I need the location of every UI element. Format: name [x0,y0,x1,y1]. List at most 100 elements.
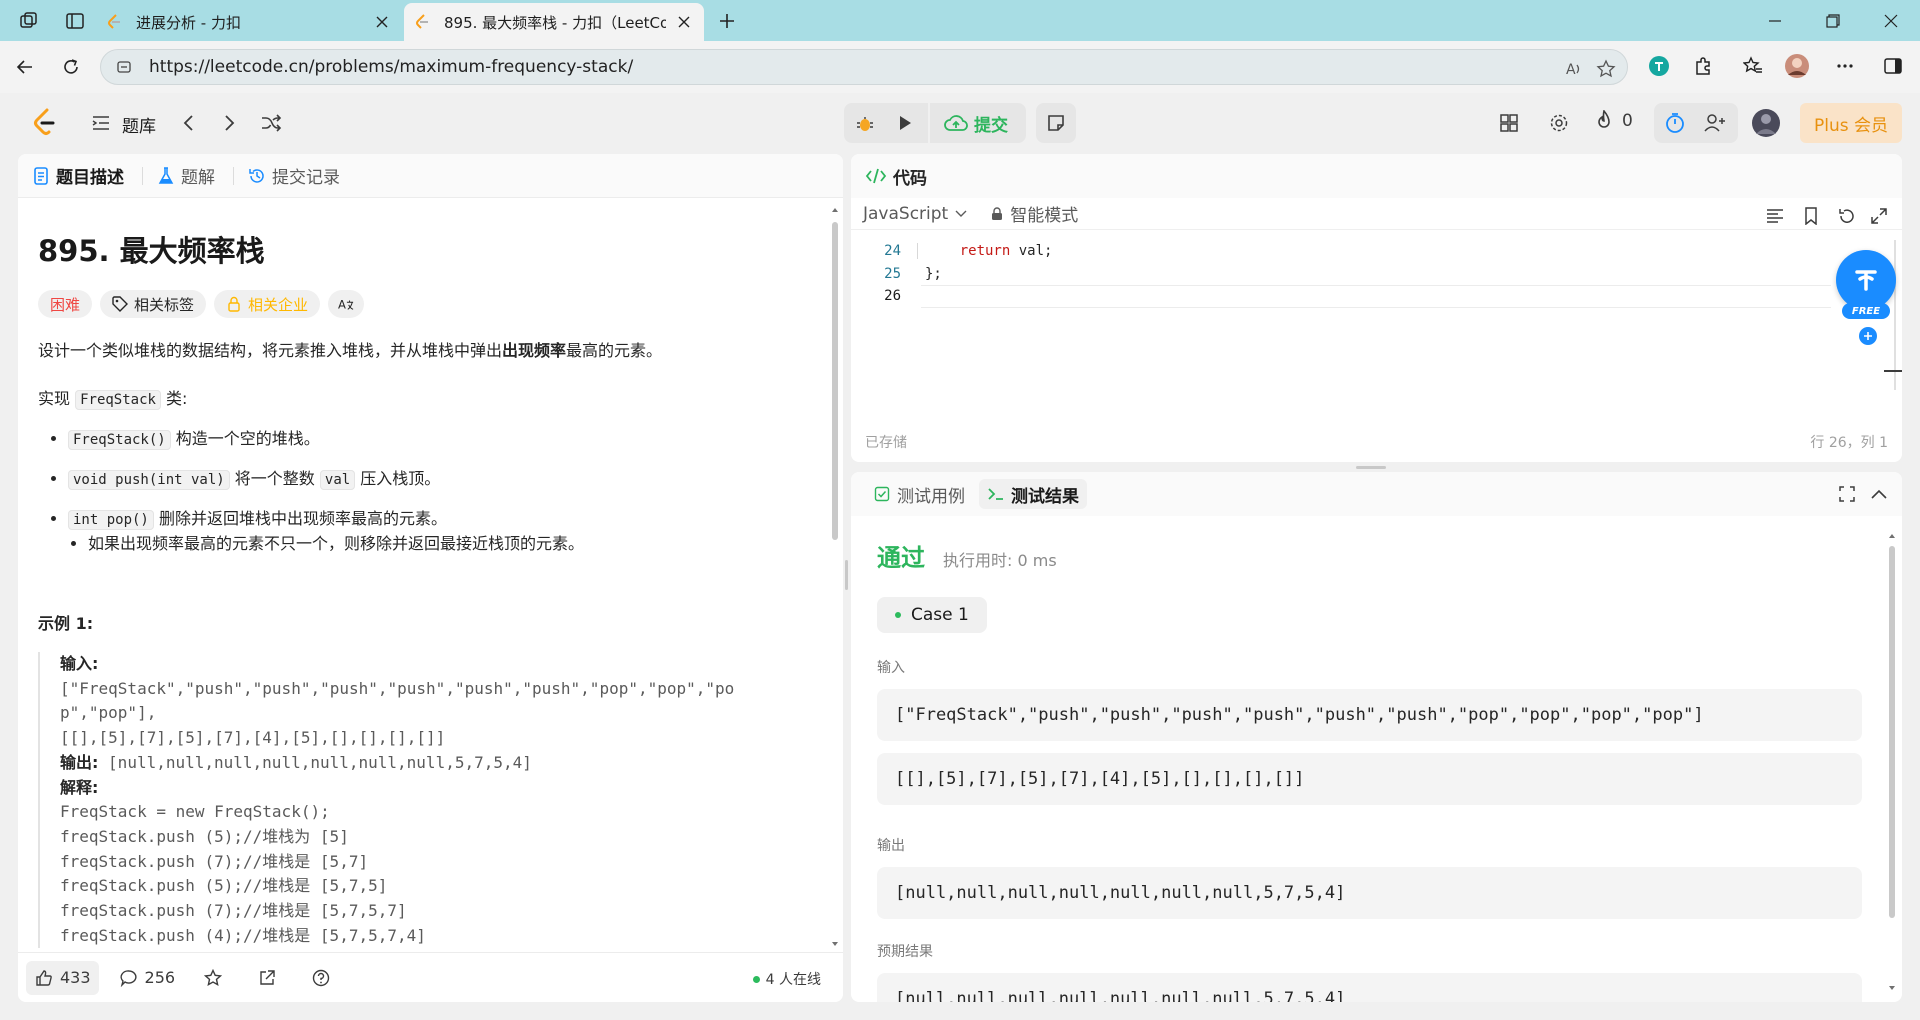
streak-counter[interactable]: 0 [1594,110,1633,132]
tab-title: 进展分析 - 力扣 [136,13,241,32]
browser-tab-progress[interactable]: 进展分析 - 力扣 [96,3,402,41]
example-input-line: [[],[5],[7],[5],[7],[4],[5],[],[],[],[]] [60,728,446,748]
minimize-icon[interactable] [1746,0,1804,41]
example-input-label: 输入: [60,654,99,673]
translate-button[interactable]: A [328,290,365,318]
floating-assistant-button[interactable] [1836,250,1896,310]
close-tab-icon[interactable] [372,12,392,32]
chevron-down-icon [954,207,968,221]
like-button[interactable]: 433 [26,960,99,995]
favorite-star-icon[interactable] [1595,58,1617,80]
profile-avatar[interactable] [1784,53,1810,79]
collapse-panel-icon[interactable] [1869,484,1889,504]
tab-testcase-label: 测试用例 [897,486,965,507]
reset-icon[interactable] [1836,206,1856,226]
problem-list-icon[interactable] [88,110,114,136]
notes-button[interactable] [1036,103,1076,143]
scroll-thumb[interactable] [832,222,838,540]
case-tab[interactable]: Case 1 [877,597,987,633]
difficulty-badge: 困难 [38,290,93,318]
layout-icon[interactable] [1496,110,1522,136]
tab-actions-icon[interactable] [62,8,88,34]
browser-tab-problem[interactable]: 895. 最大频率栈 - 力扣（LeetCode） [404,3,704,41]
user-avatar[interactable] [1750,107,1782,139]
extensions-icon[interactable] [1690,53,1716,79]
translate-extension-icon[interactable] [1646,53,1672,79]
related-tags-button[interactable]: 相关标签 [100,290,207,318]
debug-icon[interactable] [852,110,878,136]
problem-title[interactable]: 895. 最大频率栈 [38,228,813,270]
example-code-line: FreqStack = new FreqStack(); [60,802,330,822]
related-companies-button[interactable]: 相关企业 [214,290,321,318]
editor-scrollbar[interactable] [1894,240,1896,390]
bookmark-icon[interactable] [1801,206,1821,226]
refresh-icon[interactable] [58,54,84,80]
problem-list-label[interactable]: 题库 [122,112,156,137]
example-input-line: p","pop"], [60,703,157,723]
input-value[interactable]: [[],[5],[7],[5],[7],[4],[5],[],[],[],[]] [877,753,1862,805]
address-bar[interactable]: https://leetcode.cn/problems/maximum-fre… [100,49,1628,85]
scroll-thumb[interactable] [1889,546,1895,918]
help-button[interactable] [303,961,345,995]
random-problem-icon[interactable] [258,110,284,136]
read-aloud-icon[interactable]: A [1563,58,1585,80]
language-select[interactable]: JavaScript [863,204,968,224]
settings-gear-icon[interactable] [1546,110,1572,136]
expand-icon[interactable] [1869,206,1889,226]
online-count: 4 人在线 [752,969,821,989]
code-editor[interactable]: 24 return val; 25}; 26 [851,240,1902,390]
code-line: 24 return val; [851,240,1902,263]
share-button[interactable] [249,961,291,995]
tab-testcase[interactable]: 测试用例 [865,479,973,509]
more-options-icon[interactable] [1832,53,1858,79]
list-item: void push(int val) 将一个整数 val 压入栈顶。 [68,465,813,494]
prev-problem-icon[interactable] [176,110,202,136]
problem-tabs: 题目描述 题解 提交记录 [18,154,843,198]
favorite-button[interactable] [195,961,237,995]
browser-tab-bar: 进展分析 - 力扣 895. 最大频率栈 - 力扣（LeetCode） [0,0,1920,41]
plus-membership-button[interactable]: Plus 会员 [1800,103,1902,143]
list-item: int pop() 删除并返回堆栈中出现频率最高的元素。 如果出现频率最高的元素… [68,505,813,558]
result-scrollbar[interactable] [1888,532,1896,992]
timer-group [1654,103,1738,143]
problem-panel: 题目描述 题解 提交记录 895. 最大频率栈 困难 相关标签 相关企业 A 设… [18,154,843,1002]
favorites-icon[interactable] [1740,53,1766,79]
new-tab-icon[interactable] [714,8,740,34]
timer-icon[interactable] [1662,110,1688,136]
back-icon[interactable] [12,54,38,80]
status-badge: 通过 [877,544,925,572]
implement-line: 实现 FreqStack 类: [38,386,813,413]
add-friend-icon[interactable] [1702,110,1728,136]
tab-submissions[interactable]: 提交记录 [248,163,340,188]
input-value[interactable]: ["FreqStack","push","push","push","push"… [877,689,1862,741]
workspaces-icon[interactable] [16,8,42,34]
output-value[interactable]: [null,null,null,null,null,null,null,5,7,… [877,867,1862,919]
tab-solutions[interactable]: 题解 [157,163,215,188]
panel-resize-handle[interactable] [1356,466,1386,469]
site-info-icon[interactable] [115,58,133,76]
vertical-resize-handle[interactable] [845,560,848,590]
close-tab-icon[interactable] [674,12,694,32]
expected-value[interactable]: [null,null,null,null,null,null,null,5,7,… [877,973,1862,1002]
method-code: void push(int val) [68,470,230,490]
format-icon[interactable] [1765,206,1785,226]
thumbs-up-icon [34,968,54,988]
next-problem-icon[interactable] [216,110,242,136]
tab-description[interactable]: 题目描述 [32,163,124,188]
smart-mode-toggle[interactable]: 智能模式 [990,201,1078,226]
comments-button[interactable]: 256 [111,961,184,995]
fullscreen-icon[interactable] [1837,484,1857,504]
submit-button[interactable]: 提交 [928,103,1022,143]
comment-count: 256 [144,968,176,987]
tab-testresult[interactable]: 测试结果 [979,479,1087,509]
restore-icon[interactable] [1804,0,1862,41]
description-scrollbar[interactable] [831,206,839,948]
close-window-icon[interactable] [1862,0,1920,41]
run-icon[interactable] [892,110,918,136]
checkbox-icon [873,485,891,503]
class-name-code: FreqStack [75,390,161,410]
sidebar-toggle-icon[interactable] [1880,53,1906,79]
flask-icon [157,166,175,185]
assistant-add-button[interactable] [1859,327,1877,345]
leetcode-logo-icon[interactable] [32,108,58,135]
